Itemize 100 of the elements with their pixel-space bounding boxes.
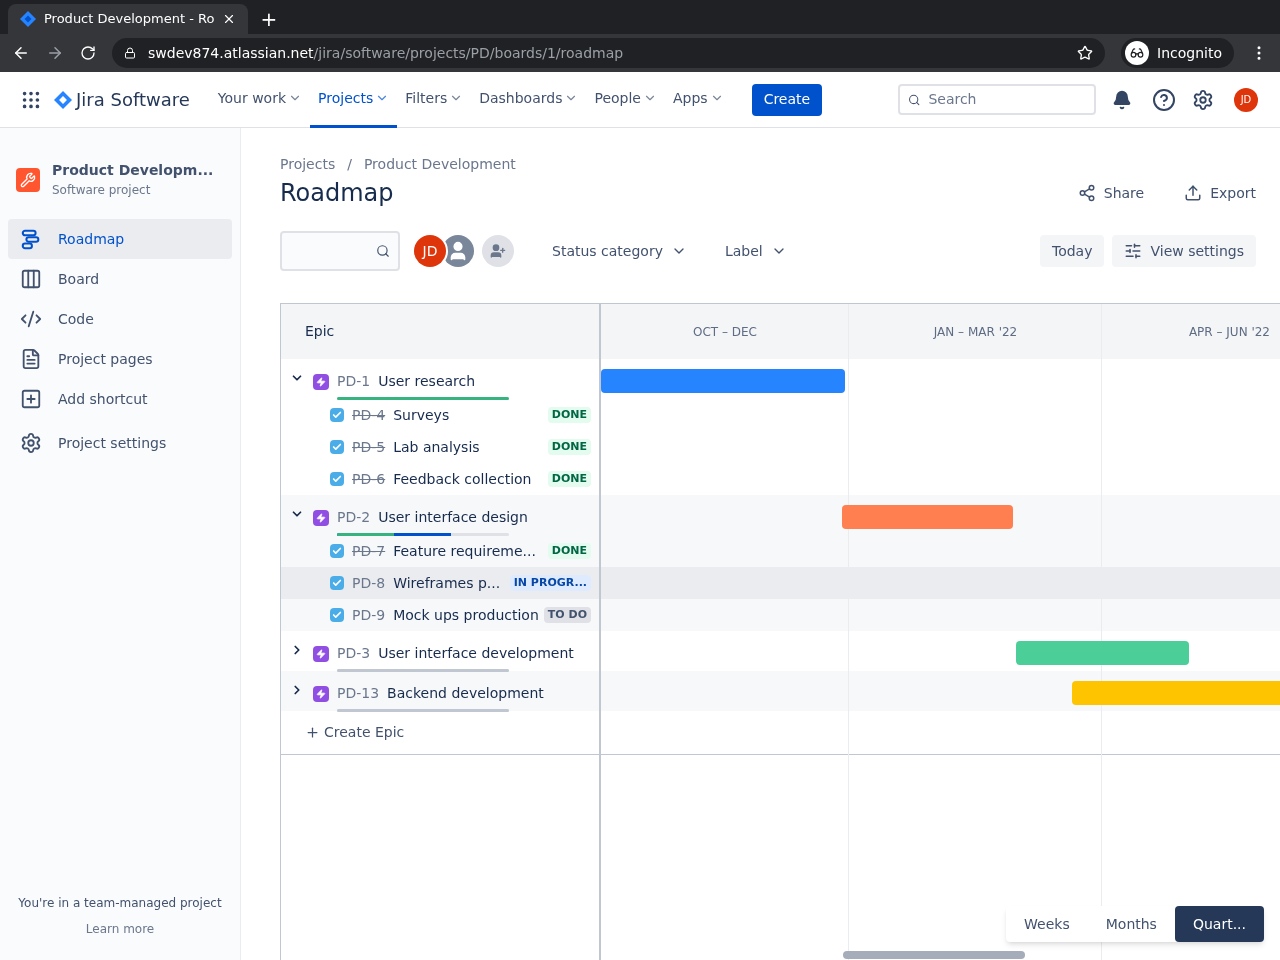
- add-people-button[interactable]: [482, 235, 514, 267]
- new-tab-button[interactable]: +: [248, 4, 290, 34]
- search-input[interactable]: Search: [928, 89, 1086, 110]
- product-name[interactable]: Jira Software: [76, 86, 190, 113]
- jira-logo-icon: [54, 90, 72, 109]
- issue-key[interactable]: PD-5: [352, 436, 386, 458]
- zoom-level-tab[interactable]: Quart...: [1174, 906, 1264, 942]
- nav-menu-item[interactable]: Projects: [310, 71, 398, 128]
- zoom-level-tab[interactable]: Months: [1087, 906, 1175, 942]
- issue-title[interactable]: Mock ups production: [393, 604, 544, 626]
- epic-title[interactable]: User interface design: [378, 507, 528, 528]
- add-shortcut-icon: [20, 388, 42, 410]
- sliders-icon: [1124, 242, 1143, 260]
- checkbox[interactable]: [330, 576, 344, 590]
- period-header: OCT – DEC: [692, 323, 758, 341]
- nav-menu-item[interactable]: Your work: [209, 71, 311, 128]
- back-icon[interactable]: [12, 44, 30, 62]
- zoom-level-tab[interactable]: Weeks: [1006, 906, 1088, 942]
- breadcrumb-link[interactable]: Projects: [280, 154, 336, 175]
- user-avatar[interactable]: JD: [414, 235, 446, 267]
- issue-key[interactable]: PD-3: [337, 643, 371, 664]
- breadcrumb-link[interactable]: Product Development: [363, 154, 516, 175]
- help-icon[interactable]: [1152, 87, 1176, 112]
- issue-key[interactable]: PD-7: [352, 540, 386, 562]
- sidebar-item[interactable]: Roadmap: [8, 219, 232, 259]
- issue-title[interactable]: Surveys: [393, 404, 548, 426]
- action-button[interactable]: Share: [1077, 182, 1145, 204]
- issue-key[interactable]: PD-4: [352, 404, 386, 426]
- checkbox[interactable]: [330, 440, 344, 454]
- page-icon: [20, 348, 42, 370]
- user-avatar[interactable]: JD: [1234, 87, 1258, 112]
- forward-icon[interactable]: [46, 44, 64, 62]
- epic-title[interactable]: User interface development: [378, 643, 574, 664]
- browser-tab[interactable]: Product Development - Ro: [8, 4, 249, 34]
- nav-menu-item[interactable]: Dashboards: [471, 71, 587, 128]
- create-button[interactable]: Create: [751, 83, 823, 116]
- issue-key[interactable]: PD-6: [352, 468, 386, 490]
- epic-title[interactable]: User research: [378, 371, 476, 392]
- plus-icon: [305, 725, 320, 740]
- sidebar-item[interactable]: Project settings: [8, 423, 232, 463]
- issue-title[interactable]: Lab analysis: [393, 436, 548, 458]
- horizontal-scrollbar[interactable]: [843, 951, 1025, 959]
- status-lozenge: IN PROGR...: [509, 574, 591, 592]
- nav-menu-item[interactable]: Apps: [664, 71, 732, 128]
- nav-menu-item[interactable]: People: [586, 71, 665, 128]
- epic-icon: [313, 509, 329, 526]
- breadcrumb-separator: /: [346, 155, 353, 174]
- share-icon: [1077, 184, 1096, 202]
- view-settings-button[interactable]: View settings: [1112, 235, 1256, 267]
- bookmark-star-icon[interactable]: [1077, 45, 1094, 61]
- roadmap-icon: [20, 228, 42, 250]
- create-epic-button[interactable]: Create Epic: [281, 711, 599, 754]
- url-text: swdev874.atlassian.net/jira/software/projects/PD/boards/1/roadmap: [148, 43, 625, 63]
- sidebar-item[interactable]: Board: [8, 259, 232, 299]
- issue-key[interactable]: PD-1: [337, 371, 371, 392]
- search-icon: [376, 244, 390, 258]
- period-header: APR – JUN '22: [1187, 323, 1271, 341]
- issue-key[interactable]: PD-9: [352, 604, 386, 626]
- project-name[interactable]: Product Developm...: [52, 160, 214, 181]
- notifications-icon[interactable]: [1112, 89, 1132, 110]
- incognito-badge[interactable]: Incognito: [1121, 38, 1234, 68]
- add-user-icon: [490, 243, 506, 259]
- epic-icon: [313, 645, 329, 662]
- action-button[interactable]: Export: [1184, 182, 1256, 204]
- issue-key[interactable]: PD-8: [352, 572, 386, 594]
- checkbox[interactable]: [330, 608, 344, 622]
- status-lozenge: DONE: [547, 438, 591, 456]
- filter-dropdown[interactable]: Label: [724, 240, 787, 262]
- page-title: Roadmap: [280, 178, 395, 209]
- issue-title[interactable]: Feature requireme...: [393, 540, 548, 562]
- checkbox[interactable]: [330, 472, 344, 486]
- epic-title[interactable]: Backend development: [387, 683, 544, 704]
- settings-icon: [20, 432, 42, 454]
- sidebar-item[interactable]: Project pages: [8, 339, 232, 379]
- column-header: Epic: [304, 322, 336, 341]
- filter-dropdown[interactable]: Status category: [552, 240, 687, 262]
- epic-icon: [313, 685, 329, 702]
- sidebar-item[interactable]: Add shortcut: [8, 379, 232, 419]
- settings-icon[interactable]: [1192, 88, 1214, 111]
- sidebar-item[interactable]: Code: [8, 299, 232, 339]
- learn-more-link[interactable]: Learn more: [8, 920, 232, 938]
- nav-menu-item[interactable]: Filters: [397, 71, 472, 128]
- lock-icon: [124, 47, 136, 59]
- footer-note: You're in a team-managed project: [17, 895, 223, 912]
- roadmap-search-field[interactable]: [280, 231, 400, 271]
- checkbox[interactable]: [330, 408, 344, 422]
- today-button[interactable]: Today: [1040, 235, 1105, 267]
- checkbox[interactable]: [330, 544, 344, 558]
- period-header: JAN – MAR '22: [932, 323, 1019, 341]
- issue-key[interactable]: PD-13: [337, 683, 380, 704]
- project-avatar: [16, 167, 40, 192]
- issue-key[interactable]: PD-2: [337, 507, 371, 528]
- reload-icon[interactable]: [80, 45, 96, 61]
- address-bar[interactable]: swdev874.atlassian.net/jira/software/projects/PD/boards/1/roadmap: [112, 38, 1106, 68]
- issue-title[interactable]: Feedback collection: [393, 468, 548, 490]
- code-icon: [20, 308, 42, 330]
- user-avatar[interactable]: [442, 235, 474, 267]
- status-lozenge: DONE: [547, 406, 591, 424]
- issue-title[interactable]: Wireframes p...: [393, 572, 510, 594]
- search-field[interactable]: Search: [898, 84, 1096, 115]
